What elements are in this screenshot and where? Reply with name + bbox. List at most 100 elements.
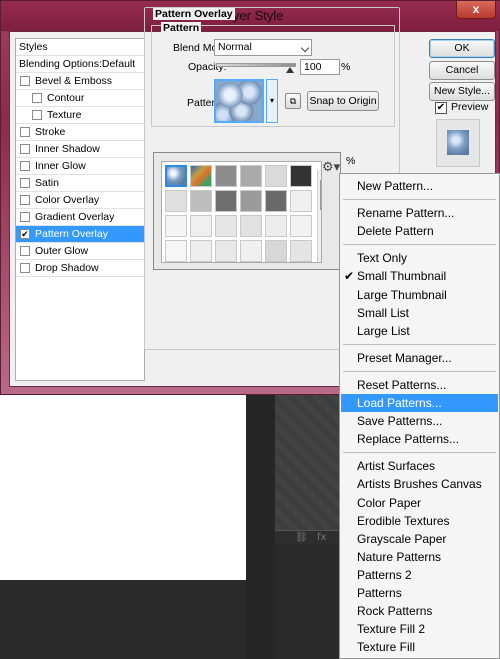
pattern-thumbnail[interactable] [265,165,287,187]
style-item-gradient-overlay[interactable]: Gradient Overlay [16,209,144,226]
pattern-thumbnail[interactable] [215,215,237,237]
opacity-slider-thumb[interactable] [286,67,294,73]
fx-icon[interactable]: fx [317,532,326,543]
opacity-slider-track[interactable] [216,63,296,67]
menu-item-erodible-textures[interactable]: Erodible Textures [341,512,498,530]
style-item-pattern-overlay[interactable]: ✔ Pattern Overlay [16,226,144,243]
menu-item-artist-surfaces[interactable]: Artist Surfaces [341,457,498,475]
menu-item-label: Patterns 2 [357,567,412,582]
menu-item-replace-patterns[interactable]: Replace Patterns... [341,430,498,448]
style-item-color-overlay[interactable]: Color Overlay [16,192,144,209]
bevel-emboss-checkbox[interactable] [20,76,30,86]
outer-glow-checkbox[interactable] [20,246,30,256]
style-item-stroke[interactable]: Stroke [16,124,144,141]
menu-item-grayscale-paper[interactable]: Grayscale Paper [341,530,498,548]
menu-item-text-only[interactable]: Text Only [341,249,498,267]
menu-item-patterns-2[interactable]: Patterns 2 [341,566,498,584]
style-item-inner-glow[interactable]: Inner Glow [16,158,144,175]
menu-item-preset-manager[interactable]: Preset Manager... [341,349,498,367]
pattern-thumbnail[interactable] [215,240,237,262]
new-style-button[interactable]: New Style... [429,82,495,101]
pattern-swatch[interactable] [214,79,264,123]
style-item-label: Pattern Overlay [35,228,108,240]
style-item-contour[interactable]: Contour [16,90,144,107]
menu-item-texture-fill[interactable]: Texture Fill [341,638,498,656]
pattern-thumbnail[interactable] [240,190,262,212]
menu-item-color-paper[interactable]: Color Paper [341,494,498,512]
pattern-thumbnail[interactable] [240,215,262,237]
link-layers-icon[interactable]: ⛓ [295,532,308,543]
blend-mode-select[interactable]: Normal [214,39,312,56]
style-item-outer-glow[interactable]: Outer Glow [16,243,144,260]
menu-item-artists-brushes-canvas[interactable]: Artists Brushes Canvas [341,475,498,493]
opacity-input[interactable]: 100 [300,59,340,75]
menu-item-texture-fill-2[interactable]: Texture Fill 2 [341,620,498,638]
gradient-overlay-checkbox[interactable] [20,212,30,222]
pattern-grid-scrollbar[interactable]: ▲ ▼ [317,170,322,263]
ok-button[interactable]: OK [429,39,495,58]
snap-to-origin-button[interactable]: Snap to Origin [307,91,379,111]
pattern-dropdown-button[interactable]: ▾ [266,79,278,123]
pattern-thumbnail[interactable] [190,240,212,262]
style-item-satin[interactable]: Satin [16,175,144,192]
pattern-thumbnail[interactable] [265,190,287,212]
gear-icon[interactable]: ⚙▾ [322,159,340,175]
style-item-drop-shadow[interactable]: Drop Shadow [16,260,144,277]
pattern-thumbnail[interactable] [290,215,312,237]
pattern-overlay-checkbox[interactable]: ✔ [20,229,30,239]
pattern-thumbnail[interactable] [215,190,237,212]
style-item-inner-shadow[interactable]: Inner Shadow [16,141,144,158]
menu-item-nature-patterns[interactable]: Nature Patterns [341,548,498,566]
menu-item-new-pattern[interactable]: New Pattern... [341,177,498,195]
inner-glow-checkbox[interactable] [20,161,30,171]
inner-shadow-checkbox[interactable] [20,144,30,154]
pattern-thumbnail[interactable] [290,240,312,262]
scrollbar-thumb[interactable] [320,180,321,210]
new-preset-icon[interactable]: ⧉ [285,93,301,109]
pattern-thumbnail[interactable] [240,240,262,262]
style-item-texture[interactable]: Texture [16,107,144,124]
pattern-thumbnail[interactable] [265,240,287,262]
color-overlay-checkbox[interactable] [20,195,30,205]
menu-item-rename-pattern[interactable]: Rename Pattern... [341,204,498,222]
menu-item-label: Texture Fill 2 [357,622,426,637]
style-item-label: Outer Glow [35,245,89,257]
scroll-down-icon[interactable]: ▼ [320,262,322,263]
workspace-gutter [246,395,275,659]
menu-item-patterns[interactable]: Patterns [341,584,498,602]
drop-shadow-checkbox[interactable] [20,263,30,273]
menu-item-rock-patterns[interactable]: Rock Patterns [341,602,498,620]
menu-item-small-thumbnail[interactable]: ✔ Small Thumbnail [341,267,498,285]
menu-item-large-thumbnail[interactable]: Large Thumbnail [341,286,498,304]
styles-header[interactable]: Styles [16,39,144,56]
menu-item-save-patterns[interactable]: Save Patterns... [341,412,498,430]
menu-item-load-patterns[interactable]: Load Patterns... [341,394,498,412]
preview-checkbox[interactable]: ✔ [435,102,447,114]
menu-item-reset-patterns[interactable]: Reset Patterns... [341,376,498,394]
pattern-thumbnail[interactable] [165,190,187,212]
pattern-thumbnail[interactable] [215,165,237,187]
menu-item-small-list[interactable]: Small List [341,304,498,322]
pattern-thumbnail[interactable] [240,165,262,187]
menu-item-delete-pattern[interactable]: Delete Pattern [341,222,498,240]
pattern-thumbnail[interactable] [290,165,312,187]
close-button[interactable]: x [456,1,496,19]
pattern-thumbnail[interactable] [165,215,187,237]
stroke-checkbox[interactable] [20,127,30,137]
contour-checkbox[interactable] [32,93,42,103]
pattern-thumbnail[interactable] [165,165,187,187]
blending-options-item[interactable]: Blending Options:Default [16,56,144,73]
menu-item-label: Color Paper [357,495,422,510]
pattern-thumbnail[interactable] [190,190,212,212]
texture-checkbox[interactable] [32,110,42,120]
pattern-thumbnail[interactable] [190,215,212,237]
menu-item-label: Rock Patterns [357,604,433,619]
satin-checkbox[interactable] [20,178,30,188]
pattern-thumbnail[interactable] [165,240,187,262]
pattern-thumbnail[interactable] [265,215,287,237]
pattern-thumbnail[interactable] [190,165,212,187]
menu-item-large-list[interactable]: Large List [341,322,498,340]
style-item-bevel-emboss[interactable]: Bevel & Emboss [16,73,144,90]
pattern-thumbnail[interactable] [290,190,312,212]
cancel-button[interactable]: Cancel [429,61,495,80]
